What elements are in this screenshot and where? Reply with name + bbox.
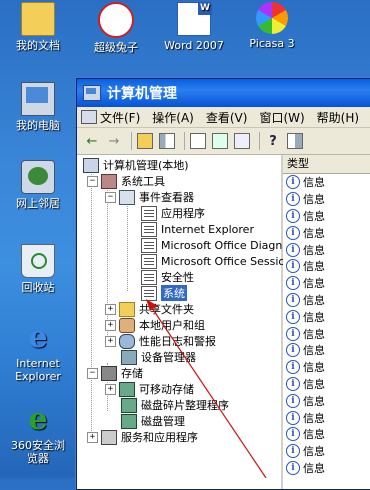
annotation-arrow-head [146, 299, 158, 311]
annotation-arrow [146, 299, 267, 478]
annotation-arrow-line [149, 304, 267, 478]
